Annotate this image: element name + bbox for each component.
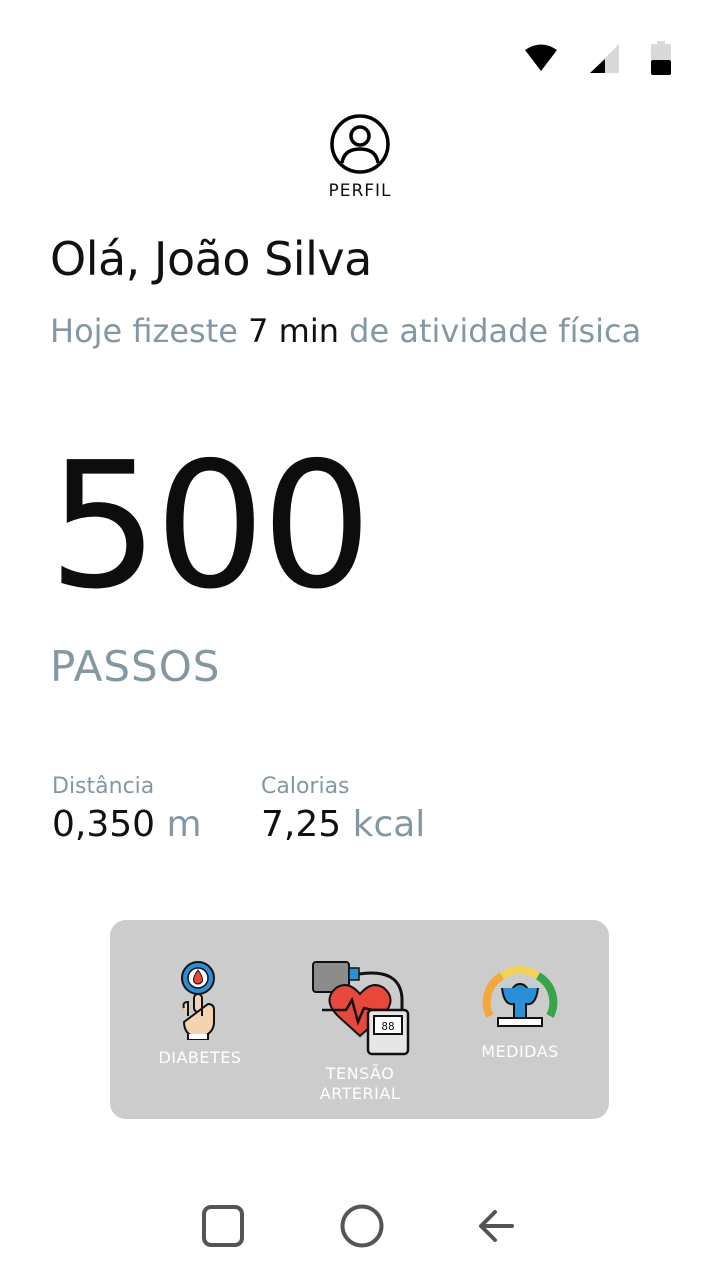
back-button[interactable] xyxy=(466,1196,526,1256)
distance-number: 0,350 xyxy=(52,804,156,845)
calories-unit: kcal xyxy=(352,804,426,845)
signal-icon xyxy=(590,44,619,73)
calories-number: 7,25 xyxy=(261,804,342,845)
diabetes-label: DIABETES xyxy=(158,1048,242,1067)
back-icon xyxy=(479,1210,514,1242)
greeting-title: Olá, João Silva xyxy=(50,232,372,286)
wifi-icon xyxy=(525,44,557,71)
user-circle-icon xyxy=(330,114,390,174)
calories-label: Calorias xyxy=(261,774,350,799)
status-bar xyxy=(524,40,672,76)
blood-pressure-button[interactable]: 88 TENSÃO ARTERIAL xyxy=(295,958,425,1104)
activity-value: 7 min xyxy=(248,312,339,350)
calories-metric: Calorias 7,25 kcal xyxy=(261,774,425,847)
activity-summary: Hoje fizeste 7 min de atividade física xyxy=(50,310,650,352)
measures-label: MEDIDAS xyxy=(481,1042,559,1061)
home-icon xyxy=(340,1204,384,1248)
home-button[interactable] xyxy=(332,1196,392,1256)
blood-pressure-icon: 88 xyxy=(312,961,410,1056)
recent-apps-icon xyxy=(202,1205,244,1247)
steps-label: PASSOS xyxy=(50,642,221,691)
activity-suffix: de atividade física xyxy=(338,312,642,350)
shortcuts-panel: DIABETES 88 TENSÃO ARTERIAL MEDIDAS xyxy=(110,920,609,1119)
diabetes-icon xyxy=(181,961,215,1040)
distance-unit: m xyxy=(166,804,202,845)
activity-prefix: Hoje fizeste xyxy=(50,312,249,350)
profile-label: PERFIL xyxy=(328,181,392,201)
blood-pressure-label: TENSÃO ARTERIAL xyxy=(319,1064,401,1103)
navigation-bar xyxy=(0,1196,720,1256)
calories-value: 7,25 kcal xyxy=(261,803,425,847)
distance-metric: Distância 0,350 m xyxy=(52,774,202,847)
measures-button[interactable]: MEDIDAS xyxy=(455,958,585,1062)
svg-text:88: 88 xyxy=(381,1020,394,1033)
measures-icon xyxy=(482,966,558,1027)
distance-value: 0,350 m xyxy=(52,803,202,847)
distance-label: Distância xyxy=(52,774,155,799)
steps-count: 500 xyxy=(48,425,372,628)
diabetes-button[interactable]: DIABETES xyxy=(135,958,265,1068)
profile-button[interactable]: PERFIL xyxy=(0,113,720,201)
recent-apps-button[interactable] xyxy=(193,1196,253,1256)
battery-icon xyxy=(651,41,671,75)
